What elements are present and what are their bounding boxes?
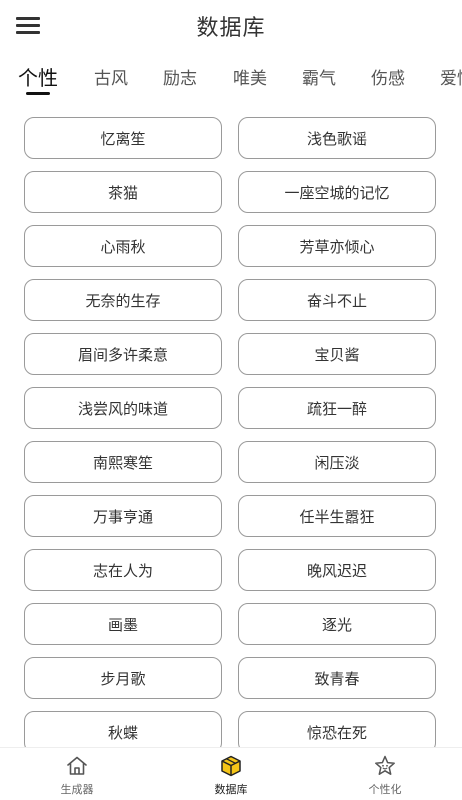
category-tabs: 个性 古风 励志 唯美 霸气 伤感 爱情 xyxy=(0,54,462,100)
name-item[interactable]: 步月歌 xyxy=(24,657,222,699)
tab-lizhi[interactable]: 励志 xyxy=(163,64,197,89)
name-item[interactable]: 万事亨通 xyxy=(24,495,222,537)
name-item[interactable]: 忆离笙 xyxy=(24,117,222,159)
app-header: 数据库 xyxy=(0,0,462,52)
name-item[interactable]: 致青春 xyxy=(238,657,436,699)
database-box-icon xyxy=(221,755,241,777)
name-item[interactable]: 一座空城的记忆 xyxy=(238,171,436,213)
tab-shanggan[interactable]: 伤感 xyxy=(371,64,405,89)
name-item[interactable]: 志在人为 xyxy=(24,549,222,591)
name-item[interactable]: 任半生嚣狂 xyxy=(238,495,436,537)
nav-generator-label: 生成器 xyxy=(60,783,94,796)
tab-baqi[interactable]: 霸气 xyxy=(302,64,336,89)
tab-aiqing[interactable]: 爱情 xyxy=(440,64,462,89)
name-item[interactable]: 奋斗不止 xyxy=(238,279,436,321)
name-item[interactable]: 画墨 xyxy=(24,603,222,645)
name-item[interactable]: 南熙寒笙 xyxy=(24,441,222,483)
name-item[interactable]: 浅色歌谣 xyxy=(238,117,436,159)
bottom-nav: 生成器 数据库 个性化 xyxy=(0,747,462,800)
name-item[interactable]: 茶猫 xyxy=(24,171,222,213)
star-face-icon xyxy=(375,755,395,775)
name-item[interactable]: 芳草亦倾心 xyxy=(238,225,436,267)
page-title: 数据库 xyxy=(196,16,266,41)
name-item[interactable]: 晚风迟迟 xyxy=(238,549,436,591)
name-item[interactable]: 秋蝶 xyxy=(24,711,222,747)
name-item[interactable]: 心雨秋 xyxy=(24,225,222,267)
tab-gexing[interactable]: 个性 xyxy=(18,62,58,91)
nav-personalize[interactable]: 个性化 xyxy=(335,748,435,800)
tab-gufeng[interactable]: 古风 xyxy=(94,64,128,89)
name-grid: 忆离笙 浅色歌谣 茶猫 一座空城的记忆 心雨秋 芳草亦倾心 无奈的生存 奋斗不止 眉间多许柔意宝… xyxy=(24,117,438,747)
name-item[interactable]: 宝贝酱 xyxy=(238,333,436,375)
name-list[interactable]: 忆离笙 浅色歌谣 茶猫 一座空城的记忆 心雨秋 芳草亦倾心 无奈的生存 奋斗不止 眉间多许柔意宝… xyxy=(0,104,462,747)
name-item[interactable]: 浅尝风的味道 xyxy=(24,387,222,429)
name-item[interactable]: 疏狂一醉 xyxy=(238,387,436,429)
name-item[interactable]: 惊恐在死 xyxy=(238,711,436,747)
tab-active-indicator xyxy=(26,92,50,95)
nav-database[interactable]: 数据库 xyxy=(181,748,281,800)
name-item[interactable]: 逐光 xyxy=(238,603,436,645)
nav-database-label: 数据库 xyxy=(214,783,248,796)
name-item[interactable]: 无奈的生存 xyxy=(24,279,222,321)
name-item[interactable]: 眉间多许柔意 xyxy=(24,333,222,375)
tab-weimei[interactable]: 唯美 xyxy=(233,64,267,89)
nav-personalize-label: 个性化 xyxy=(368,783,402,796)
nav-generator[interactable]: 生成器 xyxy=(27,748,127,800)
name-item[interactable]: 闲压淡 xyxy=(238,441,436,483)
home-icon xyxy=(67,756,87,775)
